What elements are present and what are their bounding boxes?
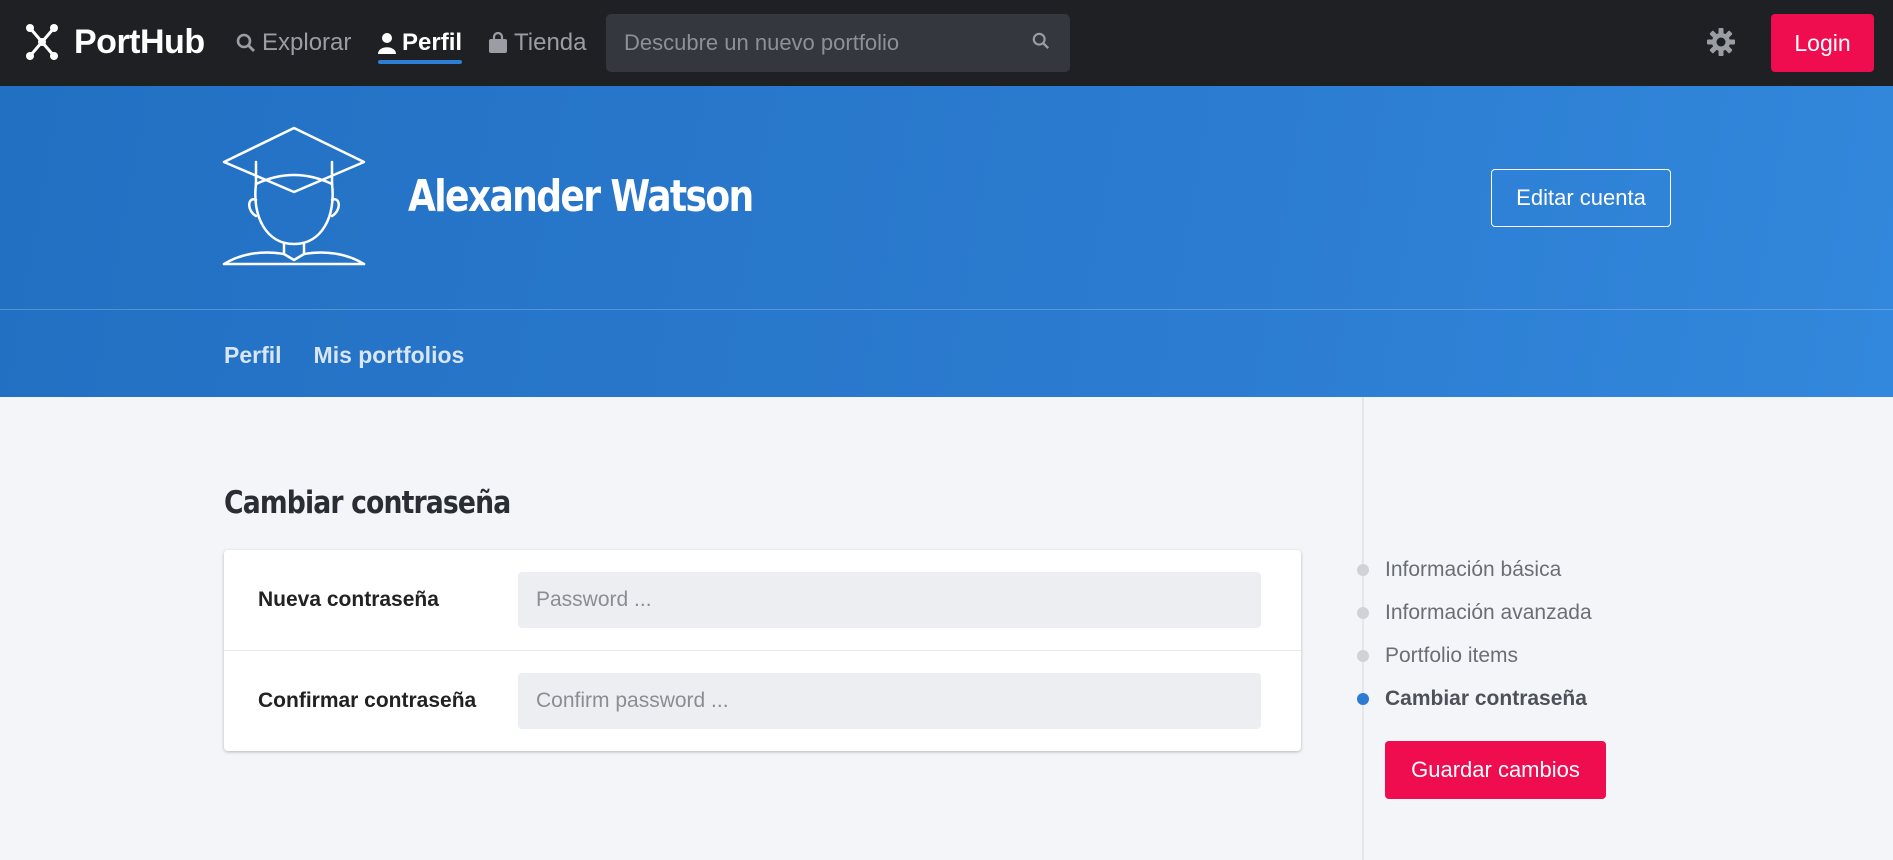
settings-button[interactable] — [1706, 27, 1736, 62]
form-row-new-password: Nueva contraseña — [224, 550, 1301, 650]
edit-account-button[interactable]: Editar cuenta — [1491, 169, 1671, 227]
section-nav-dot — [1357, 606, 1369, 619]
new-password-label: Nueva contraseña — [258, 588, 439, 611]
password-form-card: Nueva contraseña Confirmar contraseña — [224, 550, 1301, 751]
form-row-confirm-password: Confirmar contraseña — [224, 650, 1301, 750]
section-nav-dot — [1357, 649, 1369, 662]
top-navbar: PortHub Explorar Perfil Tienda Descubre … — [0, 0, 1893, 86]
section-nav-label: Información avanzada — [1385, 600, 1592, 624]
section-title: Cambiar contraseña — [224, 485, 511, 521]
profile-tabs: Perfil Mis portfolios — [224, 342, 496, 369]
app-name: PortHub — [74, 22, 205, 61]
login-button[interactable]: Login — [1771, 14, 1874, 72]
search-input[interactable] — [624, 30, 1024, 56]
nav-perfil-label: Perfil — [402, 29, 463, 56]
bag-icon — [489, 32, 507, 53]
nav-tienda[interactable]: Tienda — [488, 0, 587, 86]
sidebar-divider — [1362, 397, 1364, 860]
section-nav-label: Cambiar contraseña — [1385, 686, 1587, 710]
search-bar — [606, 14, 1070, 72]
section-nav-dot — [1357, 563, 1369, 576]
section-nav-dot-active — [1357, 692, 1369, 705]
hero-divider — [0, 309, 1893, 310]
nav-perfil[interactable]: Perfil — [378, 0, 463, 86]
tab-perfil[interactable]: Perfil — [224, 342, 282, 369]
active-nav-underline — [378, 60, 463, 64]
gear-icon — [1707, 28, 1735, 56]
confirm-password-input[interactable] — [518, 672, 1261, 729]
section-nav-label: Información básica — [1385, 557, 1562, 581]
porthub-logo-icon — [26, 24, 58, 60]
profile-name: Alexander Watson — [408, 171, 754, 222]
nav-tienda-label: Tienda — [514, 29, 587, 56]
graduate-avatar-icon — [222, 126, 366, 266]
confirm-password-label: Confirmar contraseña — [258, 688, 477, 712]
save-changes-button[interactable]: Guardar cambios — [1385, 741, 1606, 799]
tab-mis-portfolios[interactable]: Mis portfolios — [314, 342, 465, 369]
nav-explorar-label: Explorar — [262, 29, 352, 56]
search-icon — [1032, 32, 1050, 50]
search-button[interactable] — [1032, 32, 1050, 55]
nav-explorar[interactable]: Explorar — [236, 0, 351, 86]
logo[interactable]: PortHub — [24, 22, 205, 62]
section-nav-label: Portfolio items — [1385, 643, 1519, 667]
profile-header: Alexander Watson Editar cuenta Perfil Mi… — [0, 86, 1893, 397]
new-password-input[interactable] — [518, 572, 1261, 628]
search-icon — [236, 33, 255, 52]
user-icon — [378, 33, 396, 54]
